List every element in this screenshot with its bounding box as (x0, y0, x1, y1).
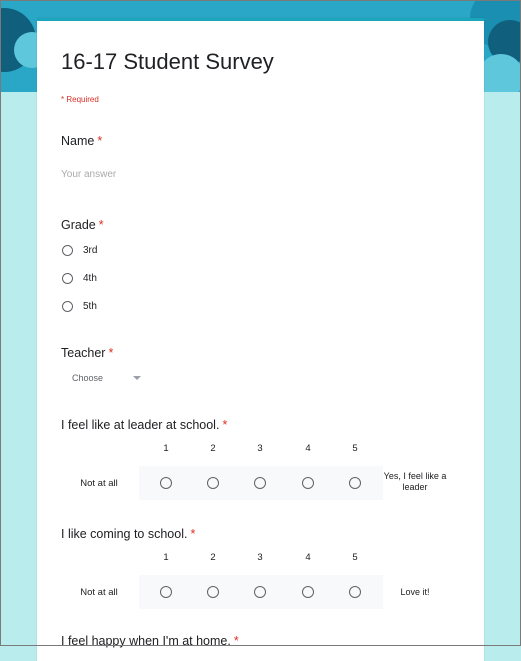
required-asterisk: * (98, 218, 104, 232)
scale-radio-3[interactable] (254, 586, 266, 598)
grade-option-3rd[interactable]: 3rd (62, 242, 97, 258)
scale-number: 3 (257, 552, 263, 563)
radio-button[interactable] (62, 244, 73, 256)
question-teacher-label: Teacher * (61, 346, 113, 360)
question-text: I like coming to school. (61, 527, 188, 541)
question-text: I feel like at leader at school. (61, 418, 220, 432)
dropdown-value: Choose (72, 373, 104, 383)
scale-high-label: Love it! (400, 587, 430, 597)
scale-radio-1[interactable] (160, 477, 172, 489)
scale-radio-1[interactable] (160, 586, 172, 598)
required-asterisk: * (190, 527, 196, 541)
scale-radio-4[interactable] (302, 477, 314, 489)
required-asterisk: * (97, 134, 103, 148)
question-text: Name (61, 134, 95, 148)
scale-number: 2 (210, 443, 216, 454)
scale-number: 4 (305, 552, 311, 563)
option-label: 3rd (83, 244, 98, 256)
scale-number: 5 (352, 552, 358, 563)
leader-scale-row (139, 466, 383, 500)
required-asterisk: * (108, 346, 114, 360)
scale-number: 4 (305, 443, 311, 454)
scale-number: 2 (210, 552, 216, 563)
question-coming-label: I like coming to school. * (61, 527, 195, 541)
scale-number: 1 (163, 552, 169, 563)
teacher-dropdown[interactable]: Choose (61, 369, 161, 387)
scale-radio-3[interactable] (254, 477, 266, 489)
radio-button[interactable] (62, 300, 73, 312)
scale-number: 1 (163, 443, 169, 454)
coming-scale-row (139, 575, 383, 609)
question-text: Grade (61, 218, 96, 232)
scale-radio-4[interactable] (302, 586, 314, 598)
scale-low-label: Not at all (80, 478, 118, 489)
form-title: 16-17 Student Survey (61, 49, 274, 74)
name-input[interactable] (61, 166, 211, 182)
grade-option-4th[interactable]: 4th (62, 270, 97, 286)
question-grade-label: Grade * (61, 218, 104, 232)
radio-button[interactable] (62, 272, 73, 284)
scale-radio-5[interactable] (349, 477, 361, 489)
question-text: Teacher (61, 346, 106, 360)
scale-radio-5[interactable] (349, 586, 361, 598)
option-label: 5th (83, 300, 97, 312)
scale-number: 3 (257, 443, 263, 454)
required-asterisk: * (222, 418, 228, 432)
form-card: 16-17 Student Survey * Required Name* Gr… (37, 18, 484, 661)
scale-number: 5 (352, 443, 358, 454)
grade-option-5th[interactable]: 5th (62, 298, 97, 314)
caret-down-icon (133, 376, 142, 380)
option-label: 4th (83, 272, 97, 284)
scale-low-label: Not at all (80, 587, 118, 598)
scale-radio-2[interactable] (207, 477, 219, 489)
banner-circle (478, 54, 521, 92)
required-note: * Required (61, 95, 99, 104)
question-leader-label: I feel like at leader at school. * (61, 418, 227, 432)
scale-high-label: Yes, I feel like a leader (383, 471, 447, 492)
scale-radio-2[interactable] (207, 586, 219, 598)
question-name-label: Name * (61, 134, 102, 148)
